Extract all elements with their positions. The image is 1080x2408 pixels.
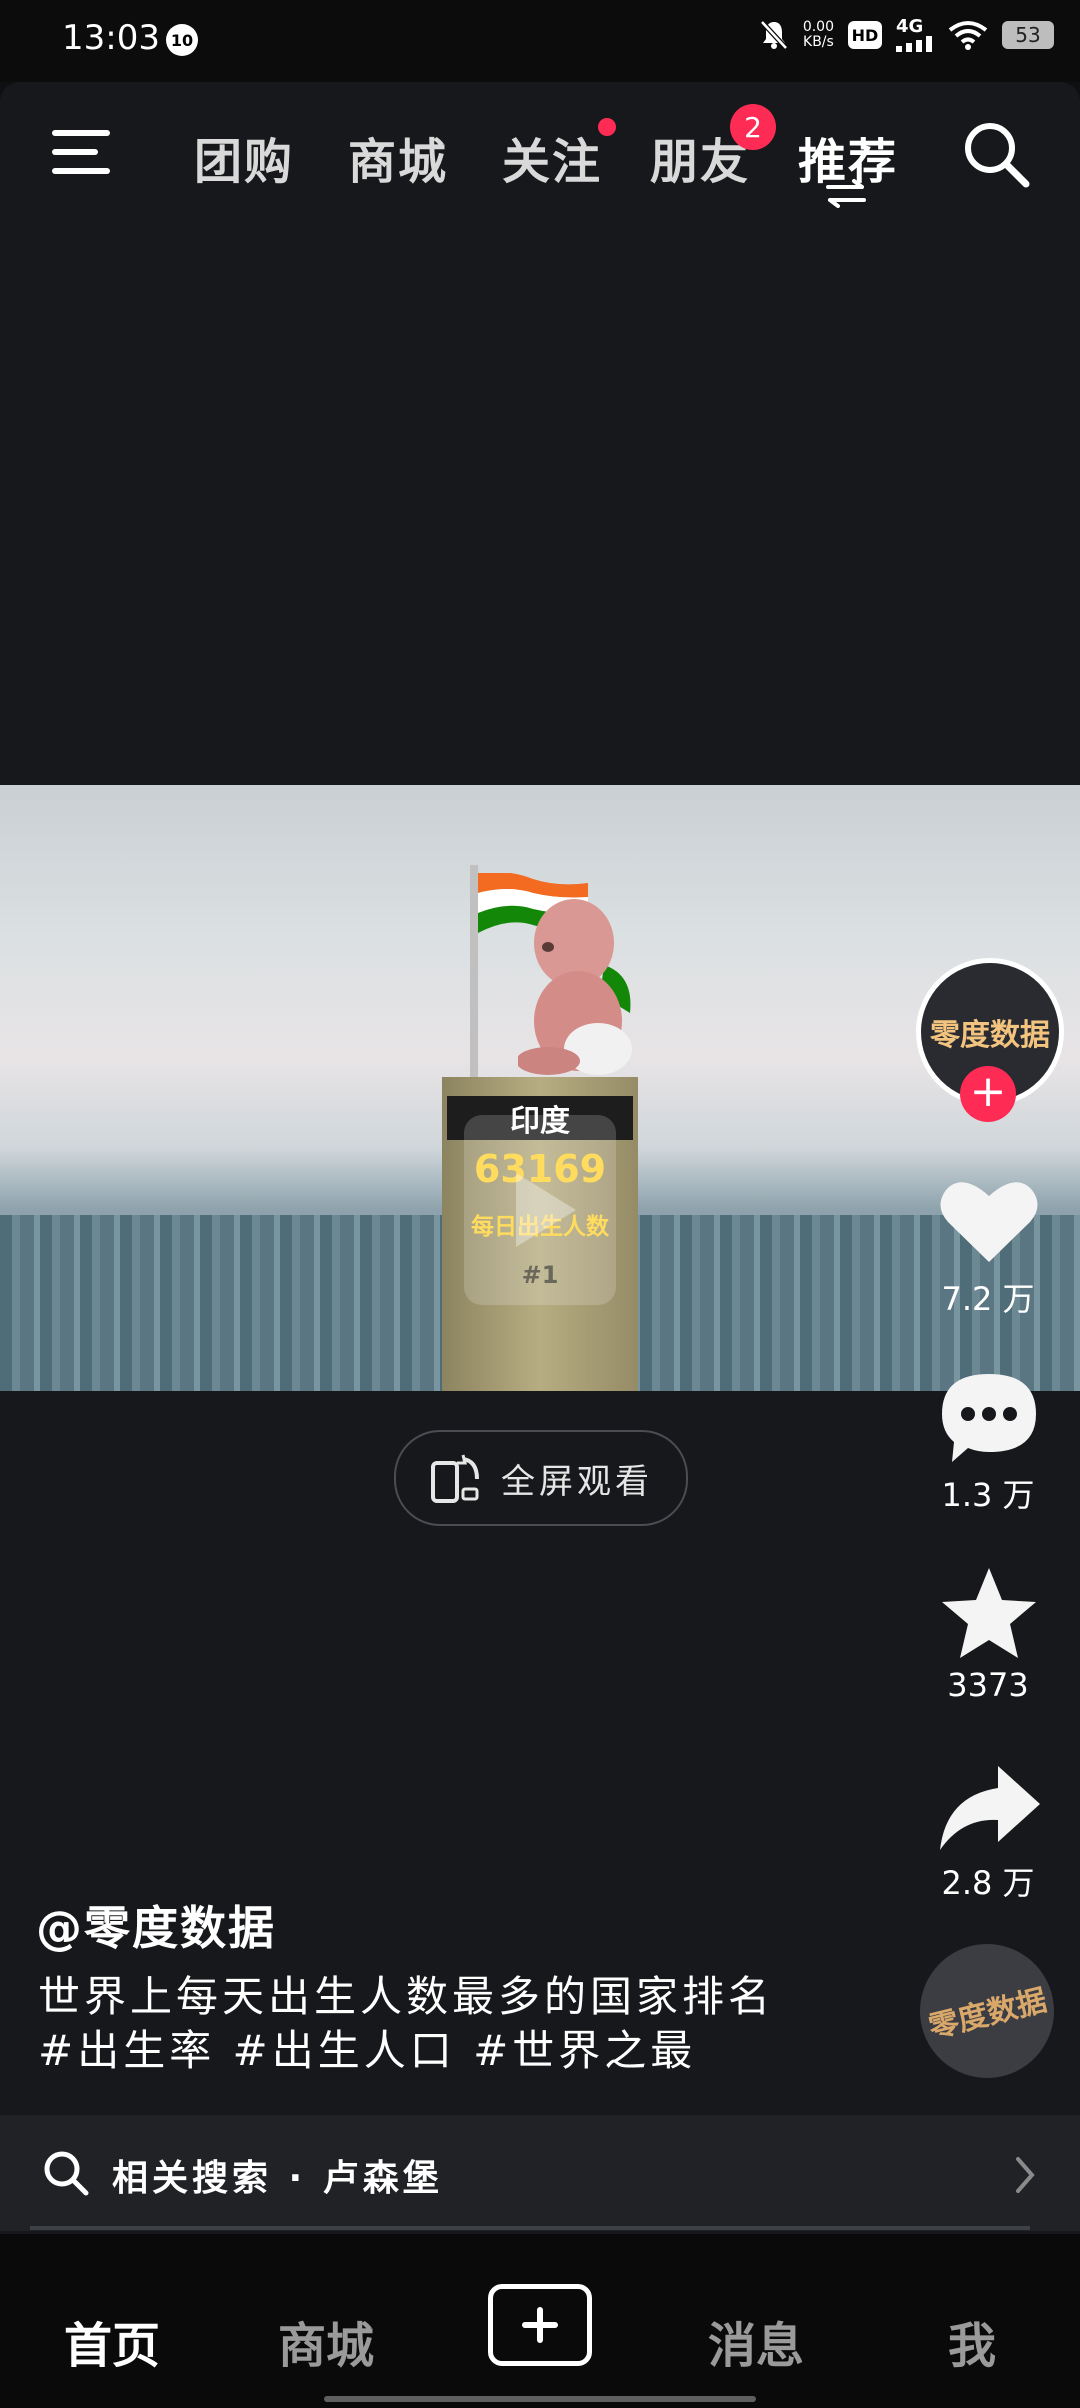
rotate-screen-icon <box>431 1454 479 1503</box>
fullscreen-button[interactable]: 全屏观看 <box>394 1430 688 1526</box>
tab-me[interactable]: 我 <box>948 2306 996 2376</box>
related-search-text: 相关搜索 · 卢森堡 <box>112 2158 443 2199</box>
battery-icon: 53 <box>1002 21 1054 49</box>
related-search-bar[interactable]: 相关搜索 · 卢森堡 <box>0 2115 1080 2231</box>
play-button[interactable] <box>464 1115 616 1305</box>
following-red-dot <box>598 118 616 136</box>
plus-icon <box>522 2307 558 2343</box>
tab-following[interactable]: 关注 <box>502 122 602 192</box>
avatar-text: 零度数据 <box>930 1018 1050 1053</box>
tab-groupbuy[interactable]: 团购 <box>194 122 294 192</box>
like-count: 7.2 万 <box>941 1280 1035 1318</box>
share-arrow-icon[interactable] <box>936 1758 1042 1858</box>
flagpole <box>470 865 478 1105</box>
search-icon <box>44 2151 89 2196</box>
net-speed: 0.00 KB/s <box>802 19 834 50</box>
menu-icon[interactable] <box>48 124 114 180</box>
comment-count: 1.3 万 <box>941 1476 1035 1514</box>
comment-icon[interactable] <box>936 1368 1042 1468</box>
signal-icon: 4G <box>896 18 934 52</box>
follow-button[interactable]: + <box>960 1066 1016 1122</box>
share-count: 2.8 万 <box>941 1864 1035 1902</box>
tab-mall[interactable]: 商城 <box>348 122 448 192</box>
favorite-count: 3373 <box>947 1666 1029 1704</box>
baby-figure-image <box>518 899 632 1075</box>
status-bar: 13:03 10 0.00 KB/s HD 4G 53 <box>0 0 1080 82</box>
create-post-button[interactable] <box>488 2284 592 2366</box>
like-heart-icon[interactable] <box>936 1170 1042 1270</box>
swap-arrows-icon[interactable] <box>824 178 868 208</box>
bottom-nav: 首页 商城 消息 我 <box>0 2234 1080 2408</box>
tab-messages[interactable]: 消息 <box>708 2306 804 2376</box>
tab-shop[interactable]: 商城 <box>278 2306 374 2376</box>
fullscreen-label: 全屏观看 <box>501 1461 653 1502</box>
hd-icon: HD <box>848 21 882 49</box>
tab-home[interactable]: 首页 <box>64 2306 160 2376</box>
friends-count-badge: 2 <box>730 104 776 150</box>
favorite-star-icon[interactable] <box>936 1564 1042 1664</box>
video-description[interactable]: 世界上每天出生人数最多的国家排名 #出生率 #出生人口 #世界之最 <box>38 1970 818 2078</box>
notification-count-badge: 10 <box>166 24 198 56</box>
wifi-icon <box>948 21 988 50</box>
home-indicator[interactable] <box>324 2396 756 2402</box>
author-name[interactable]: @零度数据 <box>36 1892 276 1958</box>
video-progress-bar[interactable] <box>30 2226 1030 2230</box>
top-nav: 团购 商城 关注 朋友 2 推荐 <box>0 84 1080 214</box>
chevron-right-icon <box>1016 2157 1035 2193</box>
mute-bell-icon <box>759 20 788 50</box>
music-disc-text: 零度数据 <box>925 1982 1051 2046</box>
status-time: 13:03 <box>62 18 160 58</box>
search-icon[interactable] <box>960 118 1032 190</box>
status-icons: 0.00 KB/s HD 4G 53 <box>759 18 1054 52</box>
play-icon <box>516 1173 576 1247</box>
